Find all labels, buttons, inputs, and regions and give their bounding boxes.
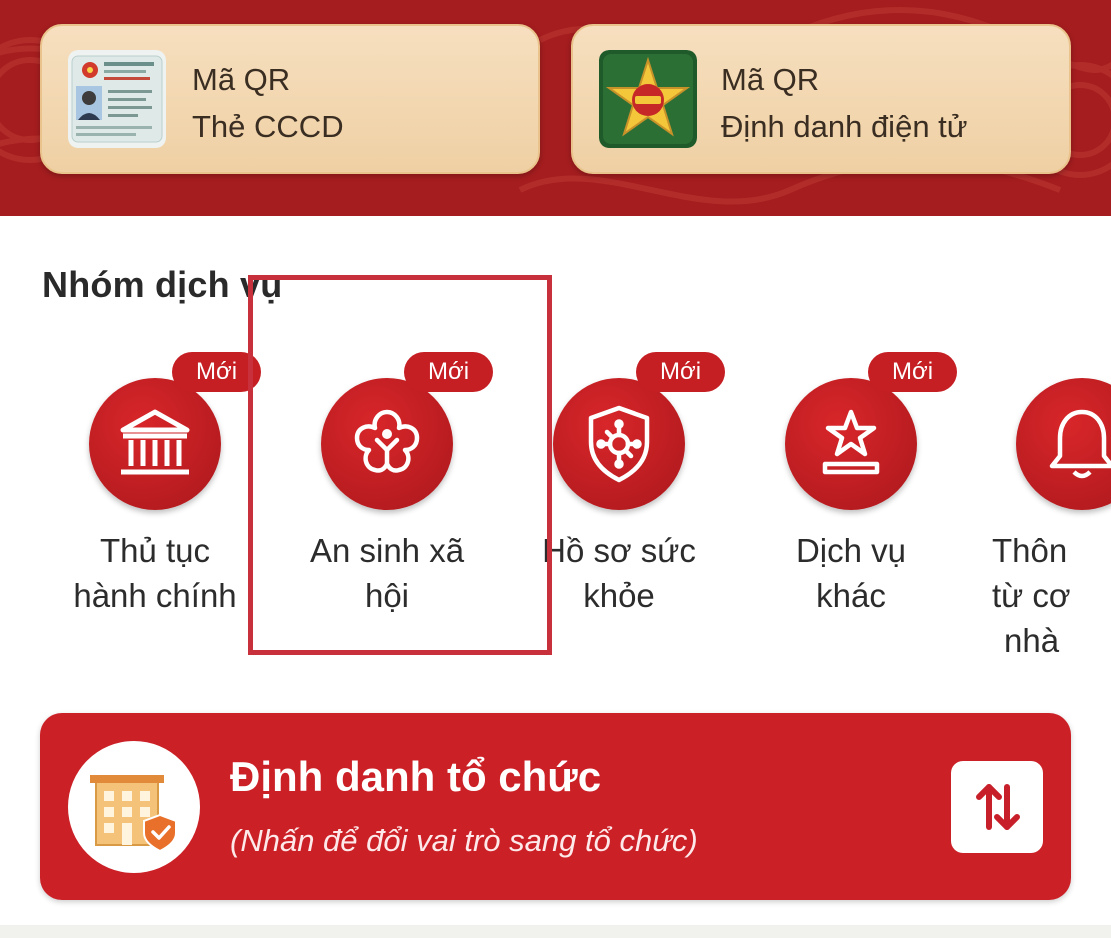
service-other[interactable]: Mới Dịch vụ khác xyxy=(736,352,966,658)
service-label: Thủ tục hành chính xyxy=(40,528,270,618)
qr-cccd-text: Mã QR Thẻ CCCD xyxy=(192,56,344,150)
service-label-line2: từ cơ xyxy=(992,577,1071,614)
service-social-security[interactable]: Mới An sinh xã hội xyxy=(272,352,502,658)
service-label: Dịch vụ khác xyxy=(736,528,966,618)
swap-arrows-icon xyxy=(976,784,1020,830)
service-label-line1: Thủ tục xyxy=(99,532,211,569)
service-label-line1: Thôn xyxy=(992,532,1068,569)
qr-electronic-id-line1: Mã QR xyxy=(721,62,820,97)
qr-cccd-card[interactable]: Mã QR Thẻ CCCD xyxy=(40,24,540,174)
service-label-line2: hội xyxy=(364,577,410,614)
id-card-icon xyxy=(68,50,166,148)
service-label-line3: nhà xyxy=(1004,622,1060,658)
service-label: An sinh xã hội xyxy=(272,528,502,618)
new-badge: Mới xyxy=(868,352,958,392)
service-group-title: Nhóm dịch vụ xyxy=(42,264,283,305)
star-podium-icon xyxy=(785,378,917,510)
service-health-records[interactable]: Mới Hồ sơ sức khỏe xyxy=(504,352,734,658)
qr-electronic-id-card[interactable]: Mã QR Định danh điện tử xyxy=(571,24,1071,174)
service-label: Hồ sơ sức khỏe xyxy=(504,528,734,618)
health-shield-virus-icon xyxy=(553,378,685,510)
org-identity-subtitle: (Nhấn để đổi vai trò sang tổ chức) xyxy=(230,823,698,858)
service-administrative-procedures[interactable]: Mới Thủ tục hành chính xyxy=(40,352,270,658)
service-notifications[interactable]: Thôn từ cơ nhà xyxy=(968,378,1111,658)
service-label-line2: hành chính xyxy=(73,577,237,614)
new-badge: Mới xyxy=(172,352,262,392)
service-label-line1: Hồ sơ sức xyxy=(542,532,696,569)
qr-electronic-id-text: Mã QR Định danh điện tử xyxy=(721,56,968,150)
service-label-line2: khác xyxy=(816,577,886,614)
service-label-line1: An sinh xã xyxy=(309,532,465,569)
header-banner: Mã QR Thẻ CCCD Mã QR Định danh điện tử xyxy=(0,0,1111,216)
new-badge: Mới xyxy=(636,352,726,392)
government-building-icon xyxy=(89,378,221,510)
vneid-emblem-icon xyxy=(599,50,697,148)
qr-electronic-id-line2: Định danh điện tử xyxy=(721,109,968,144)
bell-icon xyxy=(1016,378,1111,510)
bottom-edge xyxy=(0,925,1111,938)
new-badge: Mới xyxy=(404,352,494,392)
org-identity-banner[interactable]: Định danh tổ chức (Nhấn để đổi vai trò s… xyxy=(40,713,1071,900)
qr-cccd-line2: Thẻ CCCD xyxy=(192,109,344,144)
service-label-line1: Dịch vụ xyxy=(795,532,907,569)
qr-cccd-line1: Mã QR xyxy=(192,62,291,97)
switch-role-button[interactable] xyxy=(951,761,1043,853)
organization-building-icon xyxy=(68,741,200,873)
service-label-line2: khỏe xyxy=(583,577,655,614)
service-label: Thôn từ cơ nhà xyxy=(992,528,1111,658)
social-welfare-flower-icon xyxy=(321,378,453,510)
org-identity-title: Định danh tổ chức xyxy=(230,753,602,800)
